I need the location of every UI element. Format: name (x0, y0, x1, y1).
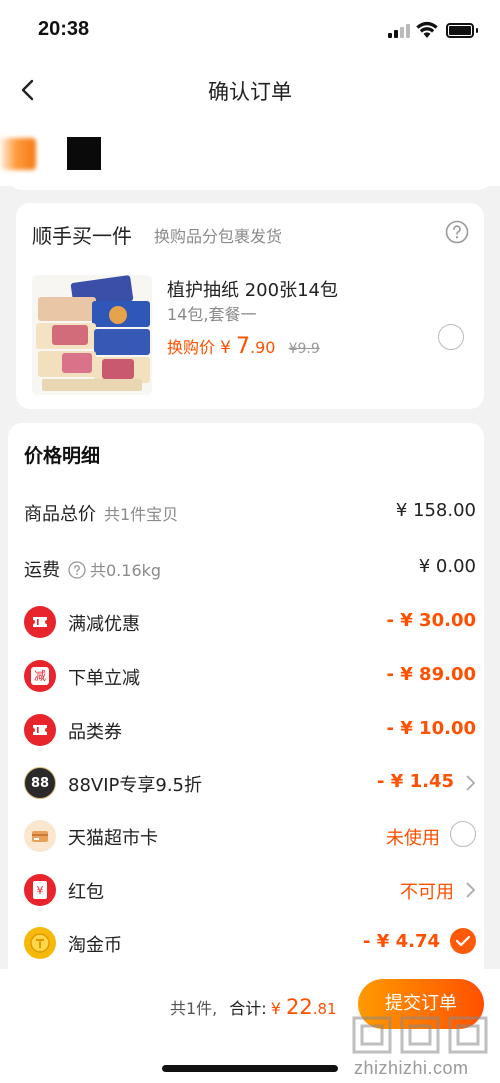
status-bar: 20:38 (0, 0, 500, 62)
battery-cap (476, 28, 478, 33)
row-label: 满减优惠 (68, 614, 140, 635)
product-image[interactable] (32, 275, 152, 395)
addon-select-radio[interactable] (438, 324, 464, 350)
row-value: ¥ 158.00 (395, 500, 476, 521)
row-label: 商品总价 (24, 504, 96, 525)
vip-88-icon: 88 (24, 767, 56, 799)
row-value: - ¥ 1.45 (377, 771, 454, 792)
product-price: 换购价 ¥ 7.90 ¥9.9 (167, 334, 320, 359)
red-packet-text: ¥ (33, 881, 47, 899)
row-value: - ¥ 30.00 (386, 610, 476, 631)
product-variant: 14包,套餐一 (167, 305, 257, 324)
blurred-badge (0, 138, 36, 170)
home-indicator (162, 1065, 338, 1072)
coupon-ticket-icon (24, 606, 56, 638)
chevron-right-icon (466, 775, 476, 791)
row-label: 88VIP专享9.5折 (68, 775, 203, 796)
price-detail-title: 价格明细 (24, 445, 101, 467)
row-shipping: 运费 共0.16kg ¥ 0.00 (24, 553, 476, 583)
row-label: 下单立减 (68, 668, 140, 689)
order-summary: 共1件, 合计: ¥ 22.81 (170, 995, 337, 1019)
row-value: - ¥ 10.00 (386, 718, 476, 739)
row-label: 红包 (68, 882, 104, 903)
checkmark-icon[interactable] (450, 928, 476, 954)
gold-coin-icon (24, 927, 56, 959)
row-red-packet[interactable]: ¥ 红包 不可用 (24, 874, 476, 906)
row-tmall-card[interactable]: 天猫超市卡 未使用 (24, 820, 476, 852)
red-packet-icon: ¥ (24, 874, 56, 906)
item-count: 共1件, (170, 999, 218, 1018)
price-currency: ¥ (220, 338, 231, 358)
status-time: 20:38 (38, 18, 90, 40)
page-title: 确认订单 (208, 80, 292, 104)
total-currency: ¥ (270, 999, 281, 1018)
battery-icon (446, 23, 474, 38)
cellular-signal-icon (388, 24, 410, 38)
row-88vip[interactable]: 88 88VIP专享9.5折 - ¥ 1.45 (24, 767, 476, 799)
row-value: ¥ 0.00 (418, 556, 476, 577)
total-integer: 22 (285, 995, 313, 1019)
row-taobao-coins[interactable]: 淘金币 - ¥ 4.74 (24, 927, 476, 959)
vip-88-text: 88 (30, 775, 50, 791)
chevron-right-icon (466, 882, 476, 898)
row-value: - ¥ 89.00 (386, 664, 476, 685)
watermark-text: zhizhizhi.com (354, 1058, 469, 1078)
row-label: 运费 (24, 560, 60, 581)
row-note: 共1件宝贝 (104, 505, 179, 524)
coupon-ticket-icon (24, 714, 56, 746)
product-name: 植护抽纸 200张14包 (167, 280, 338, 301)
row-label: 品类券 (68, 722, 122, 743)
addon-card: 顺手买一件 换购品分包裹发货 植护抽纸 200张14包 14包,套餐一 换购价 … (16, 203, 484, 409)
row-label: 天猫超市卡 (68, 828, 158, 849)
row-note: 共0.16kg (90, 561, 162, 580)
addon-subtitle: 换购品分包裹发货 (154, 227, 283, 246)
row-instant-reduction[interactable]: 减 下单立减 - ¥ 89.00 (24, 660, 476, 692)
info-icon[interactable] (68, 561, 86, 579)
row-value: 未使用 (386, 828, 440, 849)
nav-bar: 确认订单 (0, 62, 500, 118)
price-detail-card: 价格明细 商品总价 共1件宝贝 ¥ 158.00 运费 共0.16kg ¥ 0.00… (8, 423, 484, 983)
price-label: 换购价 (167, 338, 216, 357)
row-value: - ¥ 4.74 (363, 931, 440, 952)
reduce-badge-text: 减 (31, 667, 49, 685)
reduce-badge-icon: 减 (24, 660, 56, 692)
row-category-coupon[interactable]: 品类券 - ¥ 10.00 (24, 714, 476, 746)
row-value: 不可用 (400, 882, 454, 903)
addon-title: 顺手买一件 (32, 224, 132, 248)
original-price: ¥9.9 (288, 341, 320, 357)
price-decimal: .90 (250, 338, 276, 357)
price-integer: 7 (236, 334, 251, 359)
row-goods-total: 商品总价 共1件宝贝 ¥ 158.00 (24, 497, 476, 527)
total-decimal: .81 (312, 1000, 337, 1018)
wifi-icon (416, 21, 438, 38)
previous-card-edge (8, 176, 492, 190)
total-label: 合计: (229, 999, 267, 1018)
tmall-card-radio[interactable] (450, 821, 476, 847)
row-full-reduction[interactable]: 满减优惠 - ¥ 30.00 (24, 606, 476, 638)
row-label: 淘金币 (68, 935, 122, 956)
help-icon[interactable] (445, 220, 469, 244)
store-card-icon (24, 820, 56, 852)
redacted-block (67, 137, 101, 170)
